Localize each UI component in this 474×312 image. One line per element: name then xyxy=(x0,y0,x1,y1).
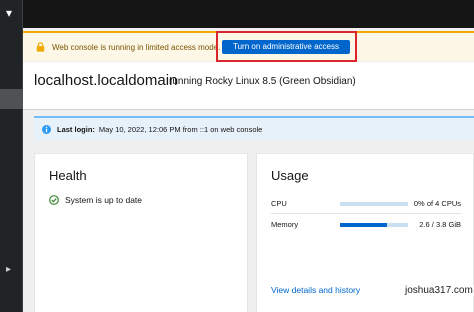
limited-access-banner: Web console is running in limited access… xyxy=(23,31,474,62)
check-circle-icon xyxy=(49,195,59,205)
app-window: ▾ ▸ Web console is running in limited ac… xyxy=(0,0,474,312)
os-info: running Rocky Linux 8.5 (Green Obsidian) xyxy=(169,76,356,87)
health-card: Health System is up to date xyxy=(34,153,248,312)
view-details-link[interactable]: View details and history xyxy=(271,285,360,295)
usage-title: Usage xyxy=(271,168,309,183)
host-header: localhost.localdomain running Rocky Linu… xyxy=(23,62,474,110)
health-status-text: System is up to date xyxy=(65,195,143,205)
last-login-alert: Last login: May 10, 2022, 12:06 PM from … xyxy=(34,116,474,140)
usage-row-cpu: CPU 0% of 4 CPUs xyxy=(271,194,461,214)
turn-on-admin-access-button[interactable]: Turn on administrative access xyxy=(222,40,350,54)
cpu-label: CPU xyxy=(271,199,287,208)
cpu-value: 0% of 4 CPUs xyxy=(413,199,461,208)
lock-icon xyxy=(36,42,45,52)
last-login-value: May 10, 2022, 12:06 PM from ::1 on web c… xyxy=(98,124,263,134)
cpu-progress-bar xyxy=(340,202,408,206)
info-icon xyxy=(42,124,51,134)
health-status: System is up to date xyxy=(49,195,142,205)
hostname: localhost.localdomain xyxy=(34,72,178,89)
chevron-right-icon[interactable]: ▸ xyxy=(6,264,11,275)
memory-label: Memory xyxy=(271,220,299,229)
memory-value: 2.6 / 3.8 GiB xyxy=(419,220,461,229)
last-login-label: Last login: xyxy=(57,124,95,134)
menu-icon[interactable]: ▾ xyxy=(6,6,12,20)
usage-row-memory: Memory 2.6 / 3.8 GiB xyxy=(271,215,461,235)
banner-message: Web console is running in limited access… xyxy=(52,42,221,52)
left-navigation: ▾ ▸ xyxy=(0,0,23,312)
health-title: Health xyxy=(49,168,87,183)
watermark: joshua317.com xyxy=(403,285,474,296)
nav-item-selected[interactable] xyxy=(0,89,23,109)
memory-progress-fill xyxy=(340,223,387,227)
top-bar xyxy=(0,0,474,28)
memory-progress-bar xyxy=(340,223,408,227)
main-content: Web console is running in limited access… xyxy=(23,28,474,312)
